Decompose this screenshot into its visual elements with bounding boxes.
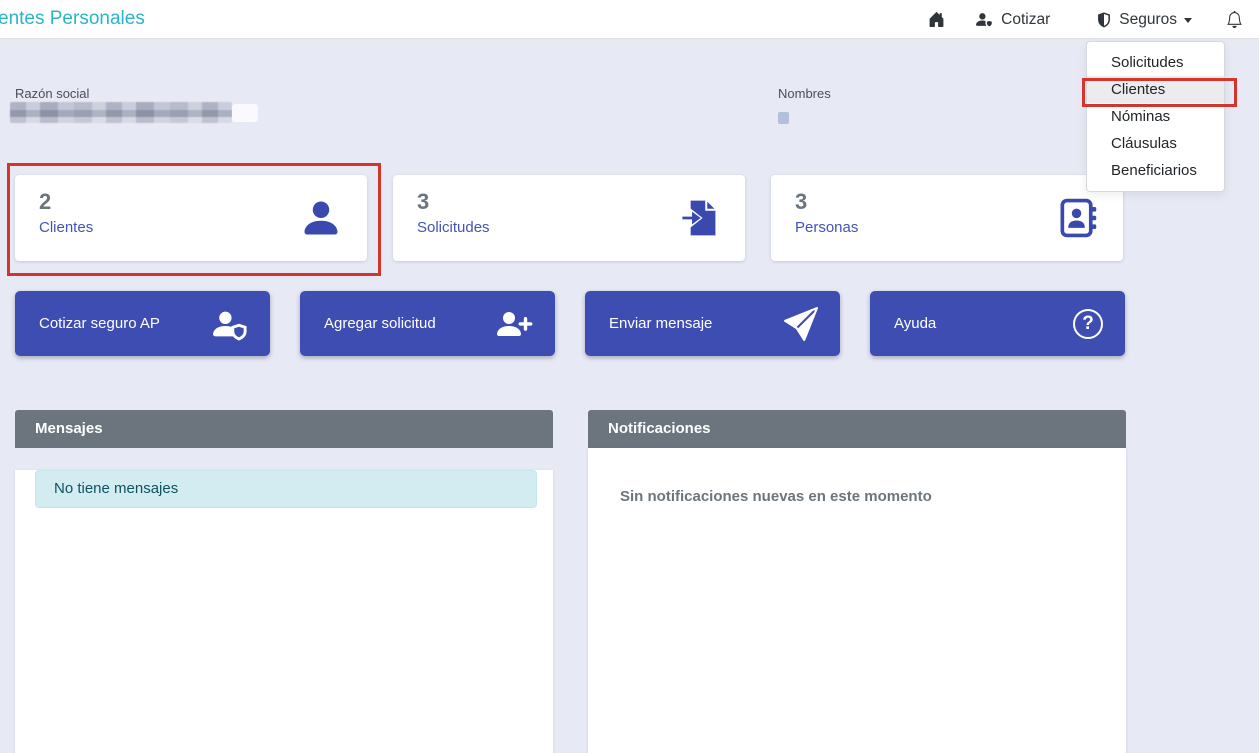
stat-card-clientes[interactable]: 2 Clientes	[15, 175, 367, 261]
home-icon	[928, 11, 945, 28]
ayuda-label: Ayuda	[894, 315, 937, 332]
person-icon	[299, 196, 343, 240]
person-plus-icon	[497, 307, 533, 340]
cotizar-seguro-ap-label: Cotizar seguro AP	[39, 315, 160, 332]
agregar-solicitud-button[interactable]: Agregar solicitud	[300, 291, 555, 356]
stat-card-solicitudes[interactable]: 3 Solicitudes	[393, 175, 745, 261]
seguros-menu-button[interactable]: Seguros	[1096, 11, 1192, 29]
menu-item-beneficiarios[interactable]: Beneficiarios	[1087, 157, 1224, 184]
ayuda-button[interactable]: Ayuda ?	[870, 291, 1125, 356]
enviar-mensaje-button[interactable]: Enviar mensaje	[585, 291, 840, 356]
no-notifications-text: Sin notificaciones nuevas en este moment…	[620, 488, 932, 505]
menu-item-clientes[interactable]: Clientes	[1087, 76, 1224, 103]
seguros-dropdown-menu: Solicitudes Clientes Nóminas Cláusulas B…	[1086, 41, 1225, 192]
agregar-solicitud-label: Agregar solicitud	[324, 315, 436, 332]
person-shield-icon	[975, 11, 994, 28]
stat-card-personas[interactable]: 3 Personas	[771, 175, 1123, 261]
notificaciones-panel: Notificaciones Sin notificaciones nuevas…	[588, 410, 1126, 753]
shield-icon	[1096, 11, 1112, 28]
clientes-card-label: Clientes	[39, 218, 94, 236]
personas-card-label: Personas	[795, 218, 859, 236]
mensajes-panel-body: No tiene mensajes	[15, 470, 553, 753]
enviar-mensaje-label: Enviar mensaje	[609, 315, 713, 332]
notifications-bell-button[interactable]	[1226, 11, 1243, 28]
question-circle-icon: ?	[1073, 308, 1103, 339]
seguros-label: Seguros	[1119, 10, 1177, 28]
cotizar-seguro-ap-button[interactable]: Cotizar seguro AP	[15, 291, 270, 356]
mensajes-panel: Mensajes No tiene mensajes	[15, 410, 553, 753]
paper-plane-icon	[783, 306, 818, 341]
clientes-count: 2	[39, 189, 52, 214]
personas-count: 3	[795, 189, 808, 214]
actions-row: Cotizar seguro AP Agregar solicitud Envi…	[15, 291, 1125, 356]
razon-social-label: Razón social	[15, 86, 90, 101]
brand-title[interactable]: entes Personales	[0, 0, 145, 39]
nombres-label: Nombres	[778, 86, 831, 101]
notificaciones-panel-body: Sin notificaciones nuevas en este moment…	[588, 448, 1126, 753]
address-book-icon	[1055, 196, 1099, 240]
cotizar-label: Cotizar	[1001, 10, 1051, 28]
notificaciones-panel-title: Notificaciones	[588, 410, 1126, 448]
chevron-down-icon	[1184, 18, 1192, 23]
bell-icon	[1226, 11, 1243, 28]
no-messages-alert: No tiene mensajes	[35, 470, 537, 508]
mensajes-panel-title: Mensajes	[15, 410, 553, 448]
razon-social-redacted-value	[10, 102, 232, 123]
dashboard-screen: entes Personales Cotizar Seguros Solicit…	[0, 0, 1259, 753]
stats-row: 2 Clientes 3 Solicitudes 3 Personas	[15, 175, 1123, 261]
menu-item-solicitudes[interactable]: Solicitudes	[1087, 49, 1224, 76]
file-arrow-in-icon	[675, 196, 721, 240]
cotizar-nav-button[interactable]: Cotizar	[975, 11, 1050, 29]
home-button[interactable]	[928, 11, 945, 28]
menu-item-clausulas[interactable]: Cláusulas	[1087, 130, 1224, 157]
menu-item-nominas[interactable]: Nóminas	[1087, 103, 1224, 130]
nombres-redacted-value	[778, 112, 789, 124]
navbar-links: Cotizar Seguros	[928, 0, 1243, 39]
person-shield-icon	[211, 307, 248, 341]
razon-social-redacted-tail	[232, 104, 258, 122]
top-navbar: entes Personales Cotizar Seguros	[0, 0, 1259, 39]
